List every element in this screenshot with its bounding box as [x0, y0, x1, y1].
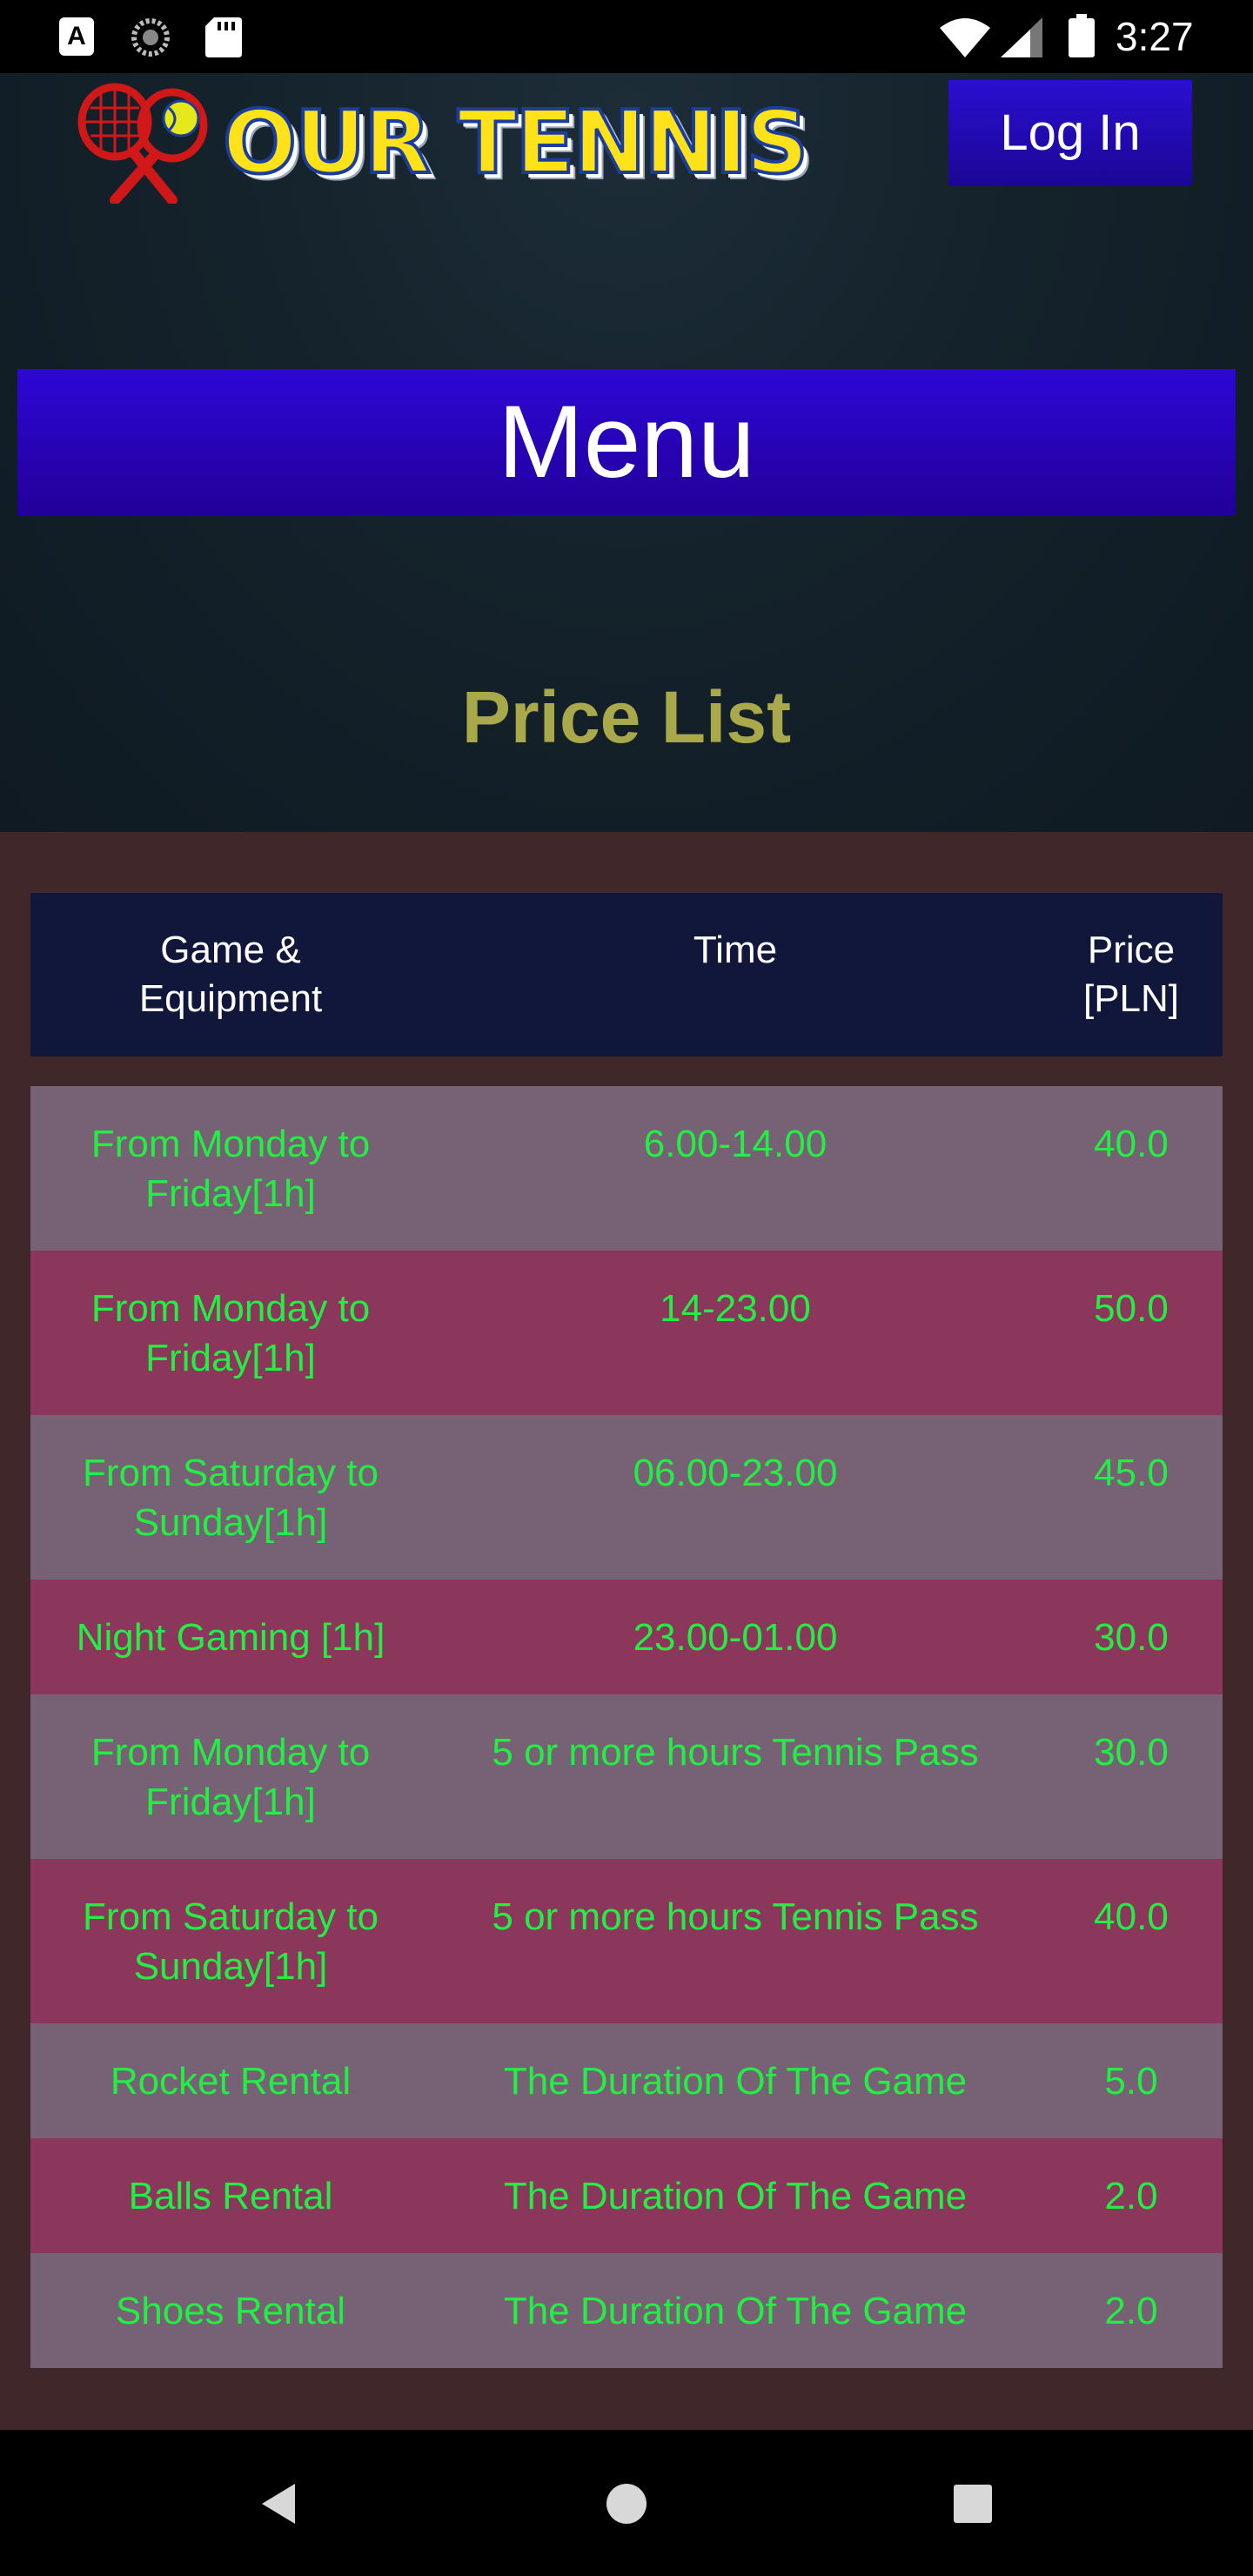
home-icon[interactable] — [596, 2473, 657, 2534]
battery-icon — [1069, 14, 1095, 57]
cell-price: 2.0 — [1104, 2175, 1158, 2217]
cell-time: The Duration Of The Game — [503, 2290, 968, 2332]
page-header-area: OUR TENNIS Log In Menu Price List — [0, 73, 1253, 832]
price-table-section: Game & Equipment Time Price [PLN] From Mon… — [0, 832, 1253, 2430]
cell-price: 45.0 — [1094, 1452, 1169, 1494]
login-button[interactable]: Log In — [948, 80, 1192, 186]
back-icon[interactable] — [248, 2473, 309, 2534]
cell-item: Shoes Rental — [115, 2290, 346, 2332]
table-row: From Monday to Friday[1h] 5 or more hour… — [30, 1694, 1223, 1859]
cell-price: 2.0 — [1104, 2290, 1158, 2332]
cell-price: 50.0 — [1094, 1287, 1169, 1330]
cell-price: 40.0 — [1094, 1123, 1169, 1165]
recents-icon[interactable] — [942, 2473, 1003, 2534]
cell-price: 30.0 — [1094, 1731, 1169, 1774]
signal-icon — [1001, 17, 1042, 57]
cell-item: From Monday to Friday[1h] — [90, 1731, 371, 1823]
cell-time: 5 or more hours Tennis Pass — [492, 1731, 979, 1774]
table-header: Game & Equipment Time Price [PLN] — [30, 893, 1223, 1057]
column-header-price: Price [PLN] — [1082, 929, 1180, 1020]
sync-icon — [131, 18, 170, 57]
table-body: From Monday to Friday[1h] 6.00-14.00 40.… — [30, 1086, 1223, 2368]
wifi-icon — [940, 18, 990, 57]
cell-price: 30.0 — [1094, 1616, 1169, 1659]
cell-item: From Monday to Friday[1h] — [90, 1123, 371, 1215]
cell-item: From Saturday to Sunday[1h] — [83, 1895, 379, 1988]
table-row: Night Gaming [1h] 23.00-01.00 30.0 — [30, 1580, 1223, 1694]
cell-item: From Saturday to Sunday[1h] — [83, 1452, 379, 1544]
cell-time: 23.00-01.00 — [633, 1616, 838, 1659]
status-bar: A 3:27 — [0, 0, 1253, 73]
table-row: Rocket Rental The Duration Of The Game 5… — [30, 2023, 1223, 2138]
cell-item: Balls Rental — [128, 2175, 333, 2217]
column-header-game: Game & Equipment — [138, 929, 323, 1020]
clock: 3:27 — [1116, 14, 1194, 59]
cell-time: 14-23.00 — [660, 1287, 811, 1330]
table-row: Balls Rental The Duration Of The Game 2.… — [30, 2138, 1223, 2253]
table-row: From Saturday to Sunday[1h] 5 or more ho… — [30, 1859, 1223, 2023]
table-row: From Monday to Friday[1h] 14-23.00 50.0 — [30, 1251, 1223, 1415]
table-row: From Saturday to Sunday[1h] 06.00-23.00 … — [30, 1415, 1223, 1580]
cell-price: 5.0 — [1104, 2060, 1158, 2103]
cell-item: Night Gaming [1h] — [76, 1616, 385, 1659]
a-notification-icon: A — [59, 17, 94, 56]
cell-item: Rocket Rental — [110, 2060, 352, 2103]
tennis-rackets-icon — [77, 83, 208, 204]
cell-time: 06.00-23.00 — [633, 1452, 838, 1494]
cell-time: The Duration Of The Game — [503, 2175, 968, 2217]
cell-item: From Monday to Friday[1h] — [90, 1287, 371, 1379]
sd-card-icon — [205, 17, 242, 57]
navigation-bar — [0, 2430, 1253, 2576]
page-title: Price List — [461, 676, 792, 758]
cell-time: 6.00-14.00 — [643, 1123, 828, 1165]
column-header-time: Time — [693, 929, 778, 971]
logo[interactable]: OUR TENNIS — [64, 82, 821, 204]
menu-button[interactable]: Menu — [17, 369, 1236, 515]
logo-text: OUR TENNIS — [221, 90, 810, 195]
cell-time: The Duration Of The Game — [503, 2060, 968, 2103]
table-row: From Monday to Friday[1h] 6.00-14.00 40.… — [30, 1086, 1223, 1251]
table-row: Shoes Rental The Duration Of The Game 2.… — [30, 2253, 1223, 2368]
cell-price: 40.0 — [1094, 1895, 1169, 1938]
cell-time: 5 or more hours Tennis Pass — [492, 1895, 979, 1938]
